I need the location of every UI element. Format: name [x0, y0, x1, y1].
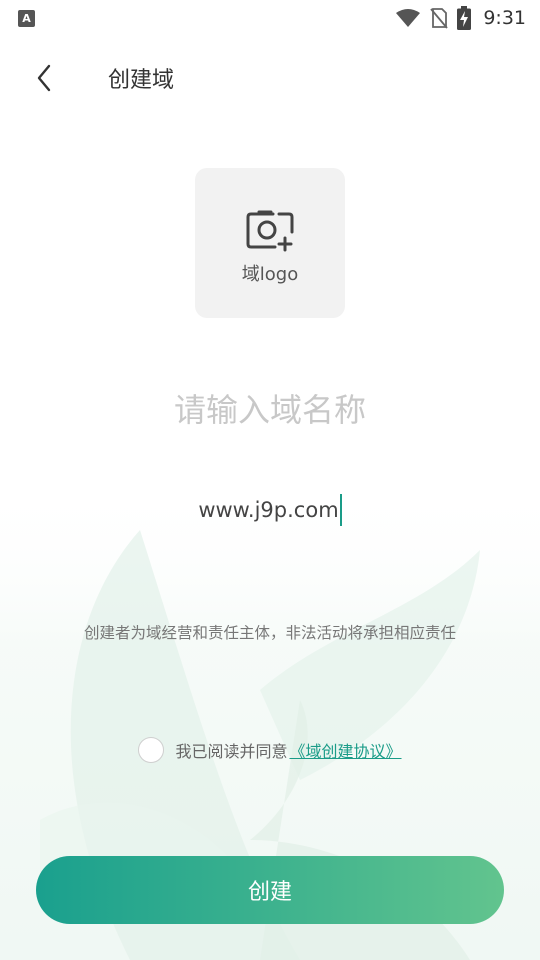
header: 创建域 — [0, 50, 540, 106]
camera-add-icon — [246, 210, 294, 252]
agreement-link[interactable]: 《域创建协议》 — [290, 738, 402, 762]
agreement-checkbox[interactable] — [138, 737, 165, 763]
agreement-row: 我已阅读并同意 《域创建协议》 — [0, 735, 540, 765]
app-notification-icon: A — [18, 9, 35, 27]
back-button[interactable] — [14, 50, 74, 106]
status-bar: A 9:31 — [0, 0, 540, 36]
domain-logo-upload[interactable]: 域logo — [195, 168, 345, 318]
responsibility-notice: 创建者为域经营和责任主体，非法活动将承担相应责任 — [83, 624, 456, 642]
wifi-icon — [396, 9, 421, 27]
page-title: 创建域 — [108, 68, 175, 93]
domain-name-input[interactable] — [70, 380, 470, 440]
status-time: 9:31 — [483, 7, 526, 29]
no-sim-icon — [430, 8, 449, 29]
text-caret — [339, 494, 342, 526]
domain-logo-label: 域logo — [241, 264, 299, 285]
domain-url-text: www.j9p.com — [198, 498, 339, 522]
chevron-left-icon — [37, 64, 51, 92]
battery-charging-icon — [457, 6, 472, 30]
create-button[interactable]: 创建 — [36, 856, 504, 924]
domain-url-field[interactable]: www.j9p.com — [0, 490, 540, 530]
agreement-text: 我已阅读并同意 — [175, 742, 288, 761]
